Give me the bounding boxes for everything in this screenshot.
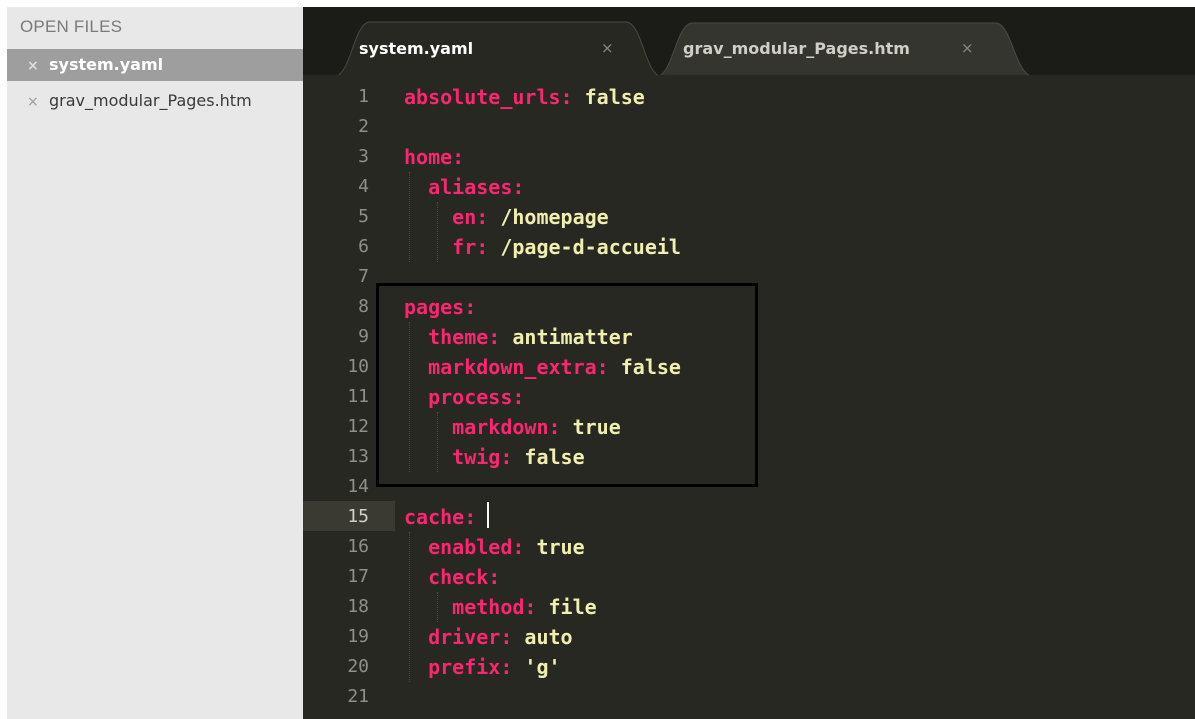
- code-line: method: file: [404, 592, 597, 622]
- text-cursor: [487, 502, 489, 528]
- code-line: en: /homepage: [404, 202, 609, 232]
- yaml-key: check:: [404, 565, 501, 589]
- line-number: 3: [358, 146, 369, 167]
- yaml-value: true: [524, 535, 585, 559]
- line-number: 17: [347, 566, 369, 587]
- indent-guide: [437, 202, 438, 262]
- line-number: 9: [358, 326, 369, 347]
- tab-close-icon[interactable]: ×: [601, 39, 614, 57]
- close-icon[interactable]: ×: [27, 86, 41, 118]
- code-line: check:: [404, 562, 500, 592]
- indent-guide: [409, 172, 410, 262]
- yaml-key: driver:: [404, 625, 513, 649]
- indent-guide: [409, 532, 410, 682]
- line-number: 21: [347, 686, 369, 707]
- indent-guide: [437, 592, 438, 622]
- line-number: 5: [358, 206, 369, 227]
- line-number: 2: [358, 116, 369, 137]
- close-icon[interactable]: ×: [27, 50, 41, 82]
- open-file-grav-modular-pages[interactable]: × grav_modular_Pages.htm: [7, 85, 303, 117]
- line-number: 15: [347, 506, 369, 527]
- yaml-key: home:: [404, 145, 465, 169]
- tab-close-icon[interactable]: ×: [961, 39, 974, 57]
- open-file-label: grav_modular_Pages.htm: [49, 91, 252, 110]
- open-files-header: OPEN FILES: [20, 17, 123, 36]
- line-number: 8: [358, 296, 369, 317]
- tab-grav-modular-pages[interactable]: grav_modular_Pages.htm ×: [655, 21, 1035, 77]
- yaml-value: 'g': [512, 655, 561, 679]
- yaml-value: /homepage: [488, 205, 609, 229]
- yaml-key: fr:: [404, 235, 489, 259]
- line-number: 18: [347, 596, 369, 617]
- code-line: aliases:: [404, 172, 524, 202]
- yaml-key: enabled:: [404, 535, 525, 559]
- yaml-key: aliases:: [404, 175, 525, 199]
- code-line: absolute_urls: false: [404, 82, 645, 112]
- line-number: 13: [347, 446, 369, 467]
- code-line: enabled: true: [404, 532, 585, 562]
- yaml-key: cache:: [404, 505, 477, 529]
- tab-system-yaml[interactable]: system.yaml ×: [333, 21, 663, 77]
- tab-label: system.yaml: [359, 39, 474, 58]
- code-line: fr: /page-d-accueil: [404, 232, 681, 262]
- yaml-key: en:: [404, 205, 489, 229]
- yaml-key: method:: [404, 595, 537, 619]
- line-number: 10: [347, 356, 369, 377]
- line-number: 4: [358, 176, 369, 197]
- line-number: 6: [358, 236, 369, 257]
- open-file-label: system.yaml: [49, 55, 164, 74]
- code-line: prefix: 'g': [404, 652, 561, 682]
- line-number: 11: [347, 386, 369, 407]
- code-line: home:: [404, 142, 464, 172]
- line-number: 1: [358, 86, 369, 107]
- pages-block-highlight-box: [376, 283, 758, 487]
- code-line: driver: auto: [404, 622, 573, 652]
- line-number: 19: [347, 626, 369, 647]
- editor-pane: grav_modular_Pages.htm × system.yaml × 1…: [303, 7, 1195, 719]
- code-line: cache:: [404, 502, 476, 532]
- yaml-value: auto: [512, 625, 573, 649]
- tab-underline: [303, 75, 1195, 77]
- line-number: 7: [358, 266, 369, 287]
- yaml-key: absolute_urls:: [404, 85, 573, 109]
- tab-label: grav_modular_Pages.htm: [683, 39, 910, 58]
- tab-bar: grav_modular_Pages.htm × system.yaml ×: [303, 7, 1195, 77]
- open-file-system-yaml[interactable]: × system.yaml: [7, 49, 303, 81]
- line-number: 14: [347, 476, 369, 497]
- line-number: 12: [347, 416, 369, 437]
- yaml-value: file: [536, 595, 597, 619]
- yaml-key: prefix:: [404, 655, 513, 679]
- sidebar: OPEN FILES × system.yaml × grav_modular_Pa…: [7, 7, 303, 719]
- line-number: 20: [347, 656, 369, 677]
- line-number: 16: [347, 536, 369, 557]
- yaml-value: /page-d-accueil: [488, 235, 681, 259]
- yaml-value: false: [572, 85, 645, 109]
